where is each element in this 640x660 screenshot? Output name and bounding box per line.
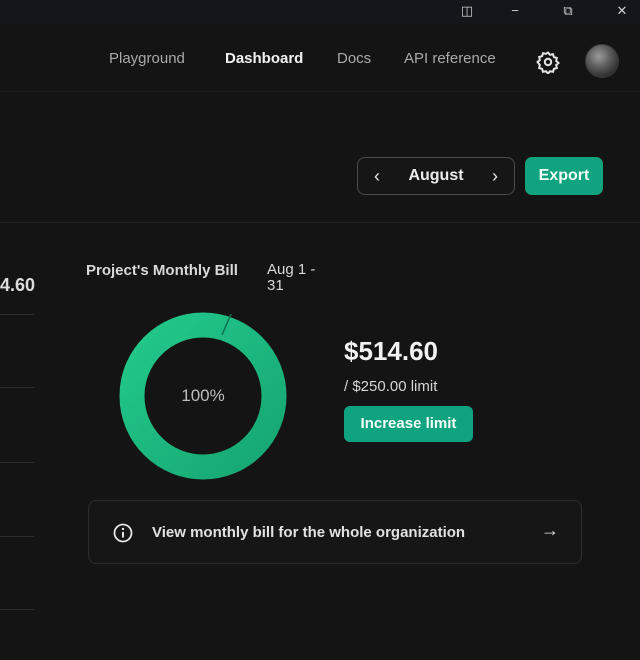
nav-playground[interactable]: Playground [109, 50, 185, 67]
minimize-icon[interactable]: − [505, 2, 525, 20]
nav-docs[interactable]: Docs [337, 50, 371, 67]
bill-amount: $514.60 [344, 336, 438, 366]
export-button[interactable]: Export [525, 157, 603, 195]
chart-gridline [0, 536, 34, 537]
chart-gridline [0, 462, 34, 463]
close-icon[interactable]: ✕ [612, 2, 632, 20]
gear-icon[interactable] [536, 50, 560, 74]
org-bill-link-text: View monthly bill for the whole organiza… [152, 524, 466, 541]
arrow-right-icon: → [541, 520, 559, 540]
bill-limit: / $250.00 limit [344, 378, 438, 395]
usage-percent-label: 100% [181, 386, 225, 405]
chart-gridline [0, 609, 34, 610]
chart-gridline [0, 387, 34, 388]
usage-total-fragment: 4.60 [0, 275, 36, 295]
nav-dashboard[interactable]: Dashboard [225, 50, 303, 67]
chart-gridline [0, 314, 34, 315]
nav-api-reference[interactable]: API reference [404, 50, 496, 67]
org-bill-link[interactable]: View monthly bill for the whole organiza… [88, 500, 582, 564]
window-titlebar: ◫ − ⧉ ✕ [0, 0, 640, 24]
chevron-right-icon[interactable]: › [480, 158, 510, 194]
increase-limit-button[interactable]: Increase limit [344, 406, 473, 442]
user-avatar[interactable] [585, 44, 619, 78]
restore-icon[interactable]: ⧉ [558, 2, 578, 20]
info-icon [113, 523, 133, 543]
panel-toggle-icon[interactable]: ◫ [457, 2, 477, 20]
month-label: August [408, 167, 464, 184]
month-picker: ‹ August › [357, 157, 515, 195]
billing-date-range: Aug 1 - 31 [267, 261, 316, 294]
monthly-bill-title: Project's Monthly Bill [86, 262, 238, 279]
section-divider [0, 222, 640, 223]
